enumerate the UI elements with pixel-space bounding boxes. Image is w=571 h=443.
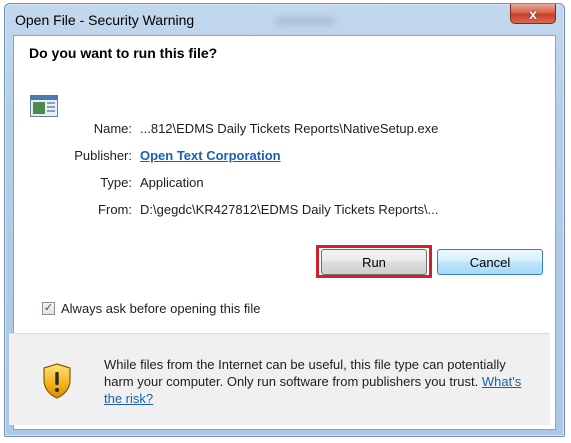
window-title: Open File - Security Warning [15,12,195,28]
always-ask-label: Always ask before opening this file [61,301,261,316]
application-file-icon [30,95,58,117]
title-bar[interactable]: Open File - Security Warning x [5,4,564,34]
title-blur [275,16,335,26]
warning-shield-icon [43,363,71,399]
always-ask-checkbox-row[interactable]: ✓ Always ask before opening this file [42,301,260,316]
name-label: Name: [93,121,132,136]
from-label: From: [98,202,132,217]
publisher-label: Publisher: [74,148,132,163]
close-icon: x [529,5,537,22]
cancel-button[interactable]: Cancel [437,249,543,275]
dialog-question: Do you want to run this file? [29,45,218,61]
type-label: Type: [100,175,132,190]
from-value: D:\gegdc\KR427812\EDMS Daily Tickets Rep… [140,202,439,217]
warning-message: While files from the Internet can be use… [104,356,524,407]
checkmark-icon: ✓ [43,302,54,314]
name-value: ...812\EDMS Daily Tickets Reports\Native… [140,121,439,136]
type-value: Application [140,175,204,190]
close-button[interactable]: x [510,4,556,24]
warning-text: While files from the Internet can be use… [104,357,506,389]
run-button-highlight [316,245,432,278]
publisher-link[interactable]: Open Text Corporation [140,148,281,163]
always-ask-checkbox[interactable]: ✓ [42,302,55,315]
